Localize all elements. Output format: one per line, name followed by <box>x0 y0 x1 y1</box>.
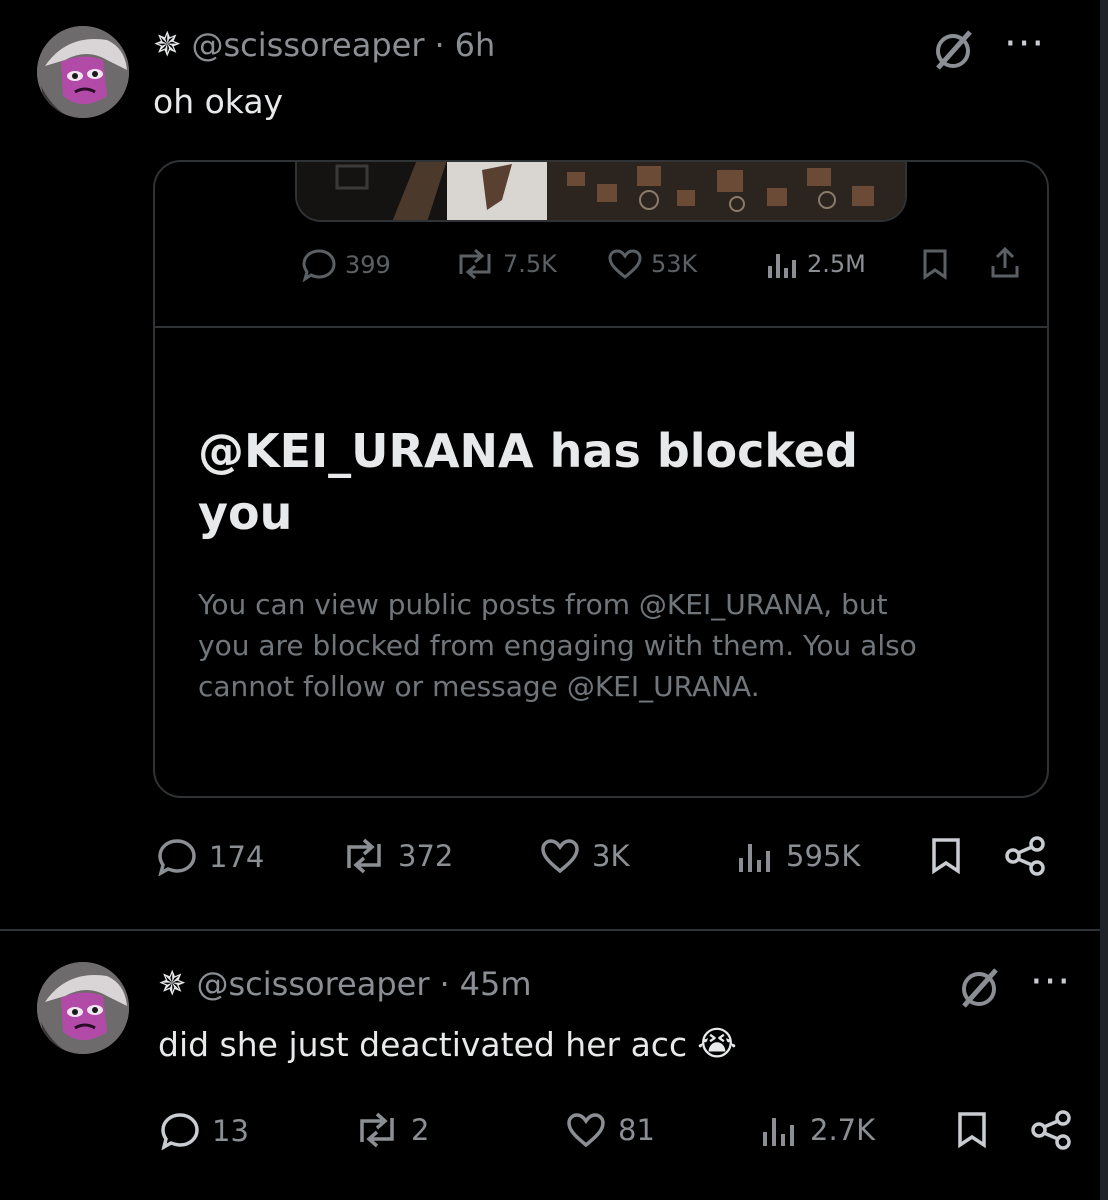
pentagram-icon: ✵ <box>153 25 182 65</box>
views-count: 2.5M <box>807 250 866 278</box>
quoted-reply-metric[interactable]: 399 <box>301 248 391 282</box>
blocked-title: @KEI_URANA has blocked you <box>198 420 858 544</box>
more-options-icon[interactable]: ··· <box>1004 24 1045 64</box>
views-icon <box>768 254 796 278</box>
heart-icon <box>541 839 579 874</box>
post-header: ✵ @scissoreaper · 6h <box>153 26 495 64</box>
repost-metric[interactable]: 372 <box>342 838 453 874</box>
post-separator <box>0 929 1108 931</box>
reply-count: 13 <box>212 1114 249 1148</box>
repost-count: 7.5K <box>503 250 557 278</box>
dot-separator: · <box>439 965 450 1003</box>
avatar[interactable] <box>37 962 129 1054</box>
views-icon <box>763 1118 794 1146</box>
repost-icon <box>347 838 381 874</box>
timestamp[interactable]: 45m <box>460 965 532 1003</box>
grok-icon[interactable] <box>958 966 1002 1014</box>
reply-icon <box>161 1113 199 1150</box>
quoted-repost-metric[interactable]: 7.5K <box>455 248 557 280</box>
repost-count: 372 <box>398 839 454 873</box>
reply-metric[interactable]: 13 <box>160 1112 249 1150</box>
blocked-message-line: you are blocked from engaging with them.… <box>198 629 917 662</box>
blocked-title-line: you <box>198 486 293 540</box>
username[interactable]: @scissoreaper <box>192 26 425 64</box>
blocked-message: You can view public posts from @KEI_URAN… <box>198 584 917 707</box>
reply-metric[interactable]: 174 <box>157 838 264 876</box>
pentagram-icon: ✵ <box>158 964 187 1004</box>
reply-count: 399 <box>345 251 391 279</box>
quoted-views-metric[interactable]: 2.5M <box>765 248 866 280</box>
grok-icon[interactable] <box>932 28 976 76</box>
blocked-message-line: cannot follow or message @KEI_URANA. <box>198 670 760 703</box>
blocked-title-line: @KEI_URANA has blocked <box>198 424 858 478</box>
like-count: 3K <box>592 839 630 873</box>
share-icon[interactable] <box>989 246 1021 284</box>
repost-icon <box>360 1112 394 1148</box>
views-metric[interactable]: 2.7K <box>760 1112 875 1148</box>
like-count: 53K <box>651 250 698 278</box>
post-text-row: did she just deactivated her acc 😭 <box>158 1024 737 1064</box>
views-metric[interactable]: 595K <box>736 838 860 874</box>
heart-icon <box>608 249 642 279</box>
scrollbar-track[interactable] <box>1100 0 1108 1200</box>
bookmark-icon[interactable] <box>921 248 949 284</box>
repost-count: 2 <box>411 1113 430 1147</box>
share-icon[interactable] <box>1030 1110 1074 1154</box>
views-count: 2.7K <box>810 1113 876 1147</box>
views-icon <box>739 844 770 872</box>
reply-count: 174 <box>209 840 265 874</box>
avatar[interactable] <box>37 26 129 118</box>
like-count: 81 <box>618 1113 655 1147</box>
post-text: did she just deactivated her acc <box>158 1024 688 1064</box>
quoted-image[interactable] <box>295 162 907 222</box>
bookmark-icon[interactable] <box>956 1111 988 1153</box>
card-divider <box>155 326 1047 328</box>
post-header: ✵ @scissoreaper · 45m <box>158 965 532 1003</box>
blocked-message-line: You can view public posts from @KEI_URAN… <box>198 588 888 621</box>
quoted-like-metric[interactable]: 53K <box>607 248 697 280</box>
reply-icon <box>302 249 336 282</box>
reply-icon <box>158 839 196 876</box>
more-options-icon[interactable]: ··· <box>1030 962 1071 1002</box>
repost-icon <box>459 248 491 280</box>
bookmark-icon[interactable] <box>930 837 962 879</box>
post-text: oh okay <box>153 82 284 121</box>
repost-metric[interactable]: 2 <box>355 1112 429 1148</box>
like-metric[interactable]: 81 <box>566 1112 655 1148</box>
quoted-post-card[interactable]: 399 7.5K 53K 2.5M @KEI_URANA has blocked… <box>153 160 1049 798</box>
dot-separator: · <box>434 26 445 64</box>
views-count: 595K <box>786 839 861 873</box>
timestamp[interactable]: 6h <box>455 26 496 64</box>
heart-icon <box>567 1113 605 1148</box>
share-icon[interactable] <box>1004 836 1048 880</box>
like-metric[interactable]: 3K <box>540 838 629 874</box>
crying-face-emoji: 😭 <box>697 1024 737 1064</box>
username[interactable]: @scissoreaper <box>197 965 430 1003</box>
quoted-image-artwork <box>297 162 905 220</box>
